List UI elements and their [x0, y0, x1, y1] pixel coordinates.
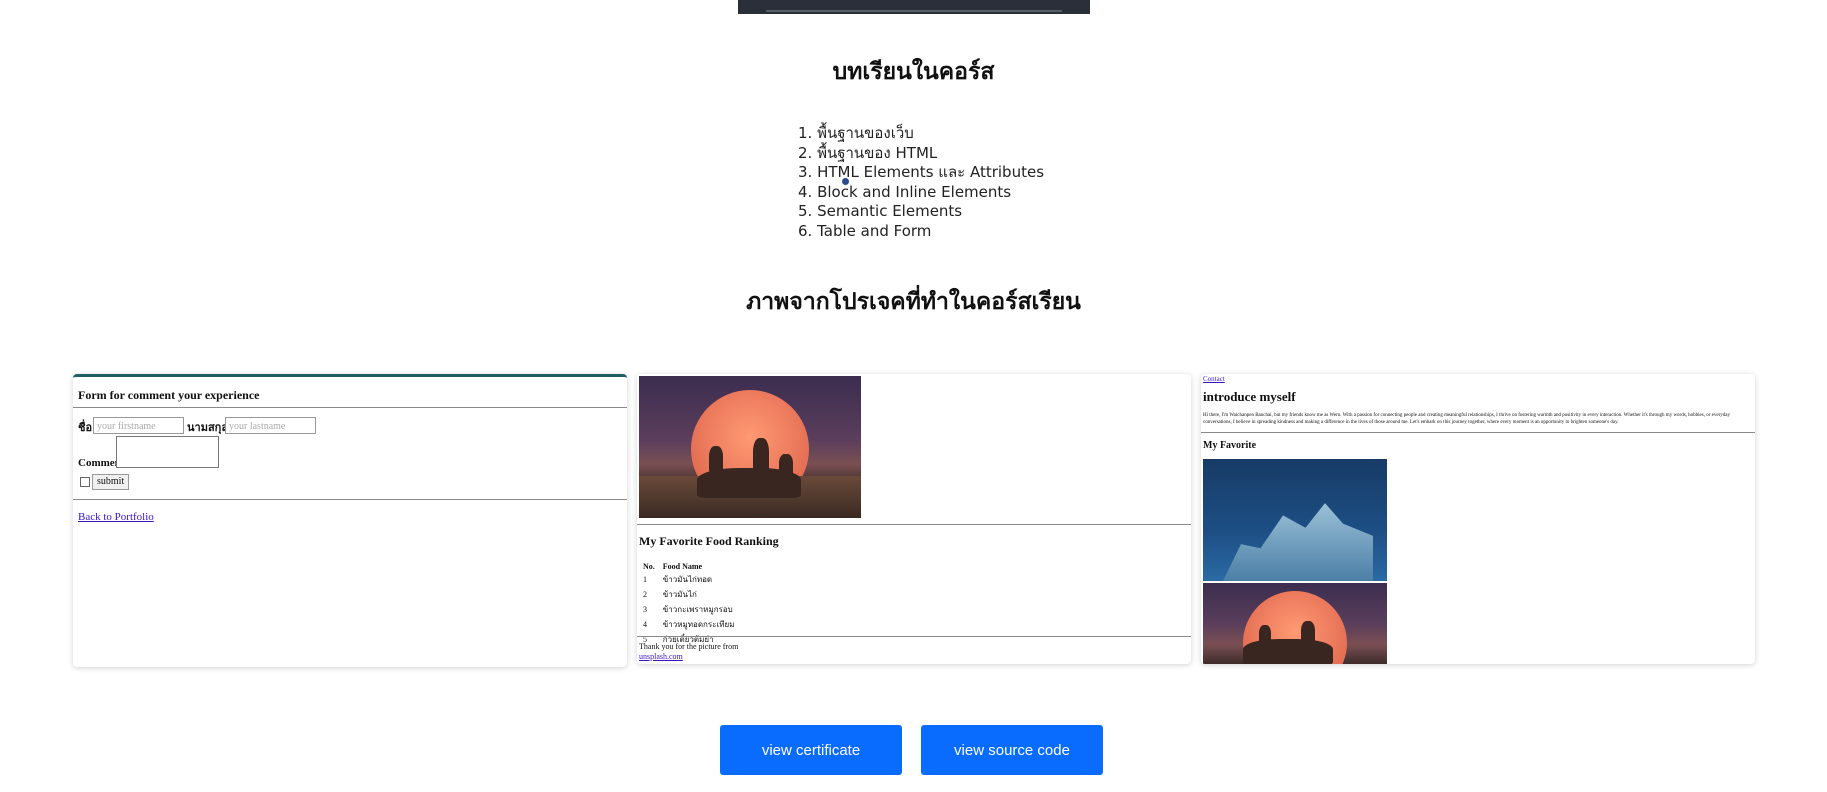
table-cell: 2	[643, 590, 647, 599]
project-screenshot-about[interactable]: Contact introduce myself Hi there, I'm W…	[1201, 374, 1755, 664]
table-row: 1 ข้าวมันไก่ทอด	[639, 572, 738, 587]
rock-shape	[1243, 639, 1333, 664]
table-cell: ข้าวกะเพราหมูกรอบ	[662, 605, 733, 614]
submit-button[interactable]: submit	[92, 474, 130, 490]
table-header: Food Name	[662, 561, 703, 571]
form-title: Form for comment your experience	[78, 388, 260, 402]
divider	[637, 636, 1191, 637]
project-screenshot-form[interactable]: Form for comment your experience ชื่อ yo…	[73, 374, 627, 667]
table-header: No.	[643, 561, 655, 571]
lessons-title: บทเรียนในคอร์ส	[832, 59, 995, 85]
video-progress-track[interactable]	[766, 10, 1062, 12]
lastname-label: นามสกุล	[187, 422, 229, 434]
lesson-list: 1. พื้นฐานของเว็บ 2. พื้นฐานของ HTML 3. …	[798, 124, 1044, 241]
projects-title: ภาพจากโปรเจคที่ทำในคอร์สเรียน	[746, 289, 1081, 315]
divider	[1201, 432, 1755, 433]
desert-sunset-image	[1203, 583, 1387, 664]
table-cell: 3	[643, 605, 647, 614]
table-header-row: No. Food Name	[639, 560, 738, 572]
thanks-text: Thank you for the picture from	[639, 642, 739, 651]
table-row: 2 ข้าวมันไก่	[639, 587, 738, 602]
divider	[637, 524, 1191, 525]
rock-shape	[1301, 621, 1315, 645]
divider	[73, 499, 627, 500]
checkbox[interactable]	[80, 477, 90, 487]
view-certificate-button[interactable]: view certificate	[720, 725, 902, 775]
comment-textarea[interactable]	[116, 436, 219, 468]
lesson-item: 6. Table and Form	[798, 221, 932, 240]
firstname-input[interactable]: your firstname	[93, 417, 184, 434]
rock-shape	[709, 446, 723, 472]
favorite-subtitle: My Favorite	[1203, 440, 1257, 451]
contact-link[interactable]: Contact	[1203, 375, 1225, 383]
food-table: No. Food Name 1 ข้าวมันไก่ทอด 2 ข้าวมันไก่…	[639, 560, 738, 647]
rock-shape	[1259, 625, 1271, 645]
lesson-item: 4. Block and Inline Elements	[798, 182, 1012, 201]
table-cell: ข้าวหมูทอดกระเทียม	[662, 620, 735, 629]
about-title: introduce myself	[1203, 389, 1296, 404]
lesson-item: 3. HTML Elements และ Attributes	[798, 163, 1045, 181]
lesson-item: 1. พื้นฐานของเว็บ	[798, 124, 914, 142]
desert-sunset-image	[639, 376, 861, 518]
table-cell: 4	[643, 620, 647, 629]
rock-shape	[779, 454, 793, 476]
table-row: 4 ข้าวหมูทอดกระเทียม	[639, 617, 738, 632]
food-ranking-title: My Favorite Food Ranking	[639, 534, 779, 548]
mouse-cursor	[842, 178, 849, 185]
video-frame-bottom	[738, 0, 1090, 14]
back-to-portfolio-link[interactable]: Back to Portfolio	[78, 511, 154, 523]
mountain-image	[1203, 459, 1387, 581]
project-screenshot-food[interactable]: My Favorite Food Ranking No. Food Name 1…	[637, 374, 1191, 664]
lesson-item: 5. Semantic Elements	[798, 202, 963, 220]
table-cell: ข้าวมันไก่ทอด	[662, 575, 713, 584]
peak-shape	[1223, 503, 1373, 581]
table-row: 3 ข้าวกะเพราหมูกรอบ	[639, 602, 738, 617]
divider	[73, 407, 627, 408]
firstname-label: ชื่อ	[78, 422, 93, 434]
rock-shape	[753, 438, 769, 472]
lastname-input[interactable]: your lastname	[225, 417, 316, 434]
table-cell: 1	[643, 575, 647, 584]
about-text: Hi there, I'm Waichanpen Banchai, but my…	[1203, 413, 1730, 425]
view-source-code-button[interactable]: view source code	[921, 725, 1103, 775]
table-cell: ข้าวมันไก่	[662, 590, 697, 599]
lesson-item: 2. พื้นฐานของ HTML	[798, 143, 938, 162]
unsplash-link[interactable]: unsplash.com	[639, 652, 683, 661]
